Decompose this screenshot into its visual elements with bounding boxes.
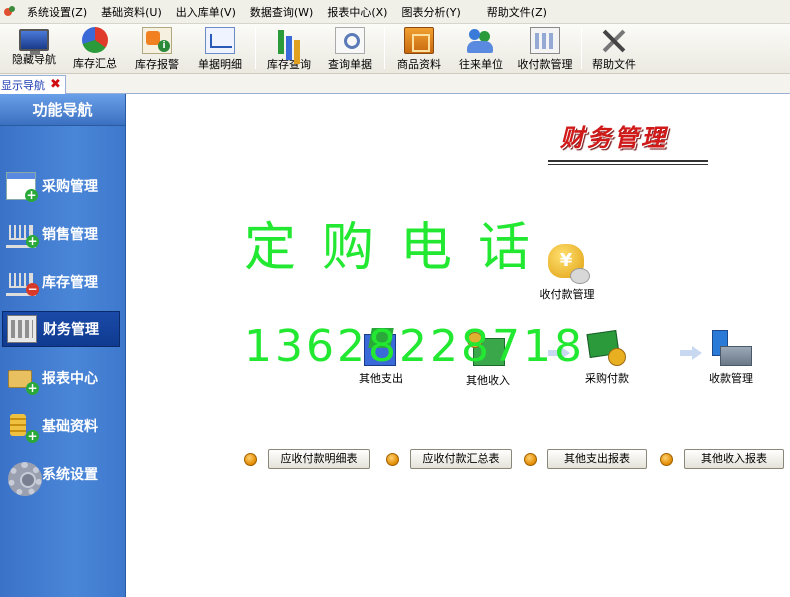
query-docs-button[interactable]: 查询单据 (319, 24, 381, 72)
tab-show-nav-label: 显示导航 (1, 79, 45, 92)
watermark-phone-number: 13628228718 (244, 321, 585, 372)
bar-chart-icon (274, 27, 304, 54)
stock-query-button[interactable]: 库存查询 (259, 24, 319, 72)
menu-basic-data[interactable]: 基础资料(U) (94, 4, 169, 20)
purchase-form-icon (6, 172, 38, 202)
stock-summary-label: 库存汇总 (73, 57, 117, 70)
menu-bar: 系统设置(Z) 基础资料(U) 出入库单(V) 数据查询(W) 报表中心(X) … (0, 0, 790, 24)
flow-node-label: 其他支出 (359, 372, 403, 385)
toolbar-separator (384, 27, 385, 69)
cart-remove-icon (6, 268, 39, 296)
sidebar-item-label: 基础资料 (42, 419, 98, 435)
report-other-income-button[interactable]: 其他收入报表 (684, 449, 784, 469)
line-chart-icon (205, 27, 235, 54)
monitor-icon (19, 29, 49, 55)
product-box-icon (404, 27, 434, 54)
toolbar-separator (581, 27, 582, 69)
product-data-label: 商品资料 (397, 58, 441, 71)
sidebar-item-system-settings[interactable]: 系统设置 (2, 456, 120, 496)
tab-strip: 显示导航 ✖ (0, 74, 790, 94)
calculator-icon (530, 27, 560, 54)
sidebar-item-label: 采购管理 (42, 179, 98, 195)
sidebar-item-label: 系统设置 (42, 467, 98, 483)
sidebar: 功能导航 采购管理 销售管理 库存管理 财务管理 报表中心 基础资料 系统设置 (0, 94, 125, 597)
app-logo-icon (4, 5, 16, 18)
bullet-icon (660, 453, 673, 466)
menu-help[interactable]: 帮助文件(Z) (480, 4, 554, 20)
close-icon[interactable]: ✖ (50, 78, 61, 91)
query-docs-label: 查询单据 (328, 58, 372, 71)
sidebar-item-label: 销售管理 (42, 227, 98, 243)
flow-node-receipt-management[interactable]: 收款管理 (686, 328, 776, 386)
coins-add-icon (6, 412, 39, 443)
menu-data-query[interactable]: 数据查询(W) (243, 4, 320, 20)
menu-stock-docs[interactable]: 出入库单(V) (169, 4, 243, 20)
cart-add-icon (6, 220, 39, 248)
people-icon (466, 27, 496, 54)
product-data-button[interactable]: 商品资料 (388, 24, 450, 72)
sidebar-item-sales[interactable]: 销售管理 (2, 216, 120, 252)
stock-alert-button[interactable]: 库存报警 (126, 24, 188, 72)
bullet-icon (244, 453, 257, 466)
flow-node-label: 采购付款 (585, 372, 629, 385)
help-file-button[interactable]: 帮助文件 (585, 24, 643, 72)
toolbar-separator (255, 27, 256, 69)
toolbar: 隐藏导航 库存汇总 库存报警 单据明细 库存查询 查询单据 商品资料 往来单位 … (0, 24, 790, 74)
sidebar-item-reports[interactable]: 报表中心 (2, 360, 120, 396)
pie-chart-icon (82, 27, 108, 53)
tools-icon (599, 27, 629, 54)
tab-show-nav[interactable]: 显示导航 ✖ (0, 75, 66, 94)
partners-label: 往来单位 (459, 58, 503, 71)
cash-box-icon (586, 328, 628, 368)
menu-chart-analysis[interactable]: 图表分析(Y) (394, 4, 467, 20)
sidebar-item-basic-data[interactable]: 基础资料 (2, 408, 120, 444)
bullet-icon (524, 453, 537, 466)
magnifier-icon (335, 27, 365, 54)
flow-node-label: 其他收入 (466, 374, 510, 387)
title-underline (548, 164, 708, 165)
payments-label: 收付款管理 (517, 58, 573, 71)
doc-detail-label: 单据明细 (198, 58, 242, 71)
sidebar-item-label: 财务管理 (43, 322, 99, 338)
sidebar-item-finance[interactable]: 财务管理 (2, 311, 120, 347)
partners-button[interactable]: 往来单位 (450, 24, 512, 72)
sidebar-item-label: 报表中心 (42, 371, 98, 387)
report-stack-icon (6, 364, 39, 395)
sidebar-item-purchase[interactable]: 采购管理 (2, 168, 120, 204)
page-title: 财务管理 (560, 123, 668, 152)
calculator-icon (7, 315, 37, 343)
help-file-label: 帮助文件 (592, 58, 636, 71)
stock-alert-label: 库存报警 (135, 58, 179, 71)
doc-detail-button[interactable]: 单据明细 (188, 24, 252, 72)
flow-node-label: 收付款管理 (539, 288, 595, 301)
hide-nav-button[interactable]: 隐藏导航 (4, 24, 64, 72)
menu-report-center[interactable]: 报表中心(X) (320, 4, 394, 20)
sidebar-item-label: 库存管理 (42, 275, 98, 291)
cash-register-icon (710, 328, 752, 368)
watermark-order-phone: 定购电话 (244, 218, 557, 278)
gear-icon (6, 460, 42, 496)
sidebar-item-inventory[interactable]: 库存管理 (2, 264, 120, 300)
report-receivable-payable-detail-button[interactable]: 应收付款明细表 (268, 449, 370, 469)
menu-system-settings[interactable]: 系统设置(Z) (20, 4, 94, 20)
report-receivable-payable-summary-button[interactable]: 应收付款汇总表 (410, 449, 512, 469)
report-other-expense-button[interactable]: 其他支出报表 (547, 449, 647, 469)
payments-button[interactable]: 收付款管理 (512, 24, 578, 72)
stock-query-label: 库存查询 (267, 58, 311, 71)
title-underline (548, 160, 708, 162)
bullet-icon (386, 453, 399, 466)
stock-summary-button[interactable]: 库存汇总 (64, 24, 126, 72)
alert-info-icon (142, 27, 172, 54)
sidebar-title: 功能导航 (0, 94, 125, 126)
flow-node-label: 收款管理 (709, 372, 753, 385)
